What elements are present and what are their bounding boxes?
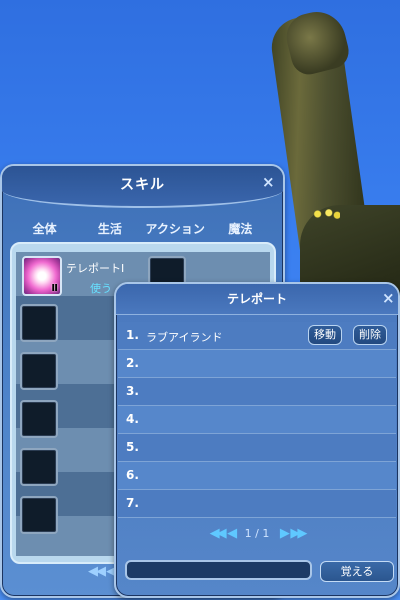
skill-slot[interactable] <box>20 400 58 438</box>
skill-window-title: スキル <box>120 177 165 193</box>
skill-slot[interactable] <box>20 352 58 390</box>
flowers <box>312 208 340 220</box>
teleport-row-4[interactable]: 4. <box>118 406 396 434</box>
teleport-close-icon[interactable]: × <box>382 291 395 306</box>
teleport-row-number: 2. <box>126 356 139 370</box>
teleport-row-number: 6. <box>126 468 139 482</box>
skill-pager-arrows[interactable]: ◀◀ ◀ <box>88 564 116 579</box>
teleport-window: テレポート × 1. ラブアイランド 移動 削除 2. 3. 4. 5. 6. <box>114 282 400 598</box>
teleport-window-title: テレポート <box>226 292 287 306</box>
teleport-row-5[interactable]: 5. <box>118 434 396 462</box>
teleport-pager: ◀◀ ◀ 1 / 1 ▶ ▶▶ <box>116 526 398 541</box>
skill-level-badge: Ⅱ <box>51 283 58 294</box>
teleport-skill-icon[interactable]: Ⅱ <box>22 256 62 296</box>
memorize-button[interactable]: 覚える <box>320 561 394 582</box>
skill-close-icon[interactable]: × <box>262 175 275 190</box>
teleport-location-name: ラブアイランド <box>146 331 223 344</box>
teleport-row-7[interactable]: 7. <box>118 490 396 518</box>
teleport-row-number: 5. <box>126 440 139 454</box>
skill-use-button[interactable]: 使う <box>90 280 112 296</box>
teleport-move-button[interactable]: 移動 <box>308 325 342 345</box>
next-page-icon[interactable]: ▶ <box>280 526 290 541</box>
teleport-name-input[interactable] <box>125 560 312 580</box>
last-page-icon[interactable]: ▶▶ <box>290 526 307 541</box>
skill-slot[interactable] <box>20 304 58 342</box>
tab-magic[interactable]: 魔法 <box>208 220 273 240</box>
teleport-window-header[interactable]: テレポート <box>116 284 398 315</box>
teleport-row-1[interactable]: 1. ラブアイランド 移動 削除 <box>118 322 396 350</box>
teleport-row-6[interactable]: 6. <box>118 462 396 490</box>
skill-slot[interactable] <box>20 496 58 534</box>
tab-all[interactable]: 全体 <box>12 220 77 240</box>
tab-life[interactable]: 生活 <box>77 220 142 240</box>
skill-tabs: 全体 生活 アクション 魔法 <box>12 220 273 240</box>
first-page-icon[interactable]: ◀◀ <box>210 526 227 541</box>
teleport-row-number: 1. <box>126 328 139 342</box>
teleport-row-number: 7. <box>126 496 139 510</box>
teleport-delete-button[interactable]: 削除 <box>353 325 387 345</box>
skill-slot[interactable] <box>20 448 58 486</box>
teleport-row-number: 3. <box>126 384 139 398</box>
prev-page-icon[interactable]: ◀ <box>227 526 237 541</box>
teleport-list: 1. ラブアイランド 移動 削除 2. 3. 4. 5. 6. 7. <box>118 322 396 518</box>
teleport-row-3[interactable]: 3. <box>118 378 396 406</box>
tab-action[interactable]: アクション <box>143 220 208 240</box>
page-indicator: 1 / 1 <box>244 527 270 540</box>
skill-window-header[interactable]: スキル <box>2 166 283 208</box>
teleport-row-number: 4. <box>126 412 139 426</box>
skill-name: テレポートⅠ <box>66 262 125 275</box>
teleport-row-2[interactable]: 2. <box>118 350 396 378</box>
